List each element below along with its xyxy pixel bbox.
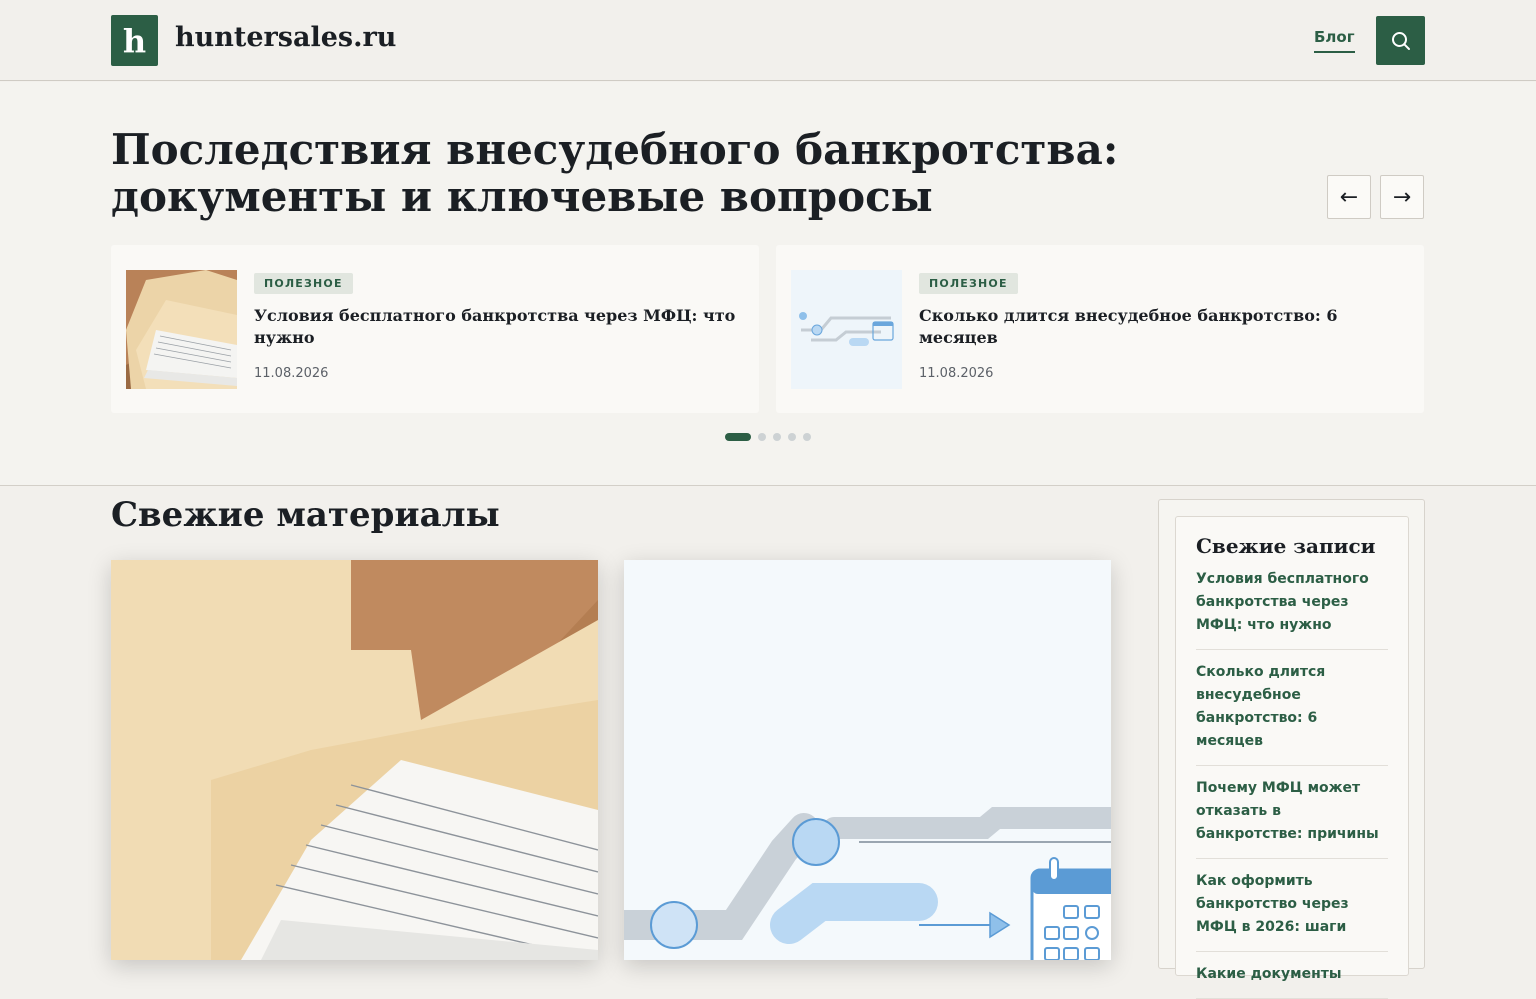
card-thumbnail-folder[interactable] <box>126 270 237 389</box>
arrow-left-icon: ← <box>1339 184 1359 210</box>
article-card-image-folder[interactable] <box>111 560 598 960</box>
site-header: h huntersales.ru Блог <box>0 0 1536 81</box>
slider-next-button[interactable]: → <box>1380 175 1424 219</box>
card-title[interactable]: Условия бесплатного банкротства через МФ… <box>254 305 744 349</box>
card-title[interactable]: Сколько длится внесудебное банкротство: … <box>919 305 1409 349</box>
search-icon <box>1391 31 1410 50</box>
pagination-dot[interactable] <box>758 433 766 441</box>
search-button[interactable] <box>1376 16 1425 65</box>
hero-section: Последствия внесудебного банкротства: до… <box>0 82 1536 486</box>
card-thumbnail-timeline[interactable] <box>791 270 902 389</box>
recent-posts-title: Свежие записи <box>1196 534 1376 558</box>
recent-posts-widget: Свежие записи Условия бесплатного банкро… <box>1175 516 1409 999</box>
pagination-dot[interactable] <box>803 433 811 441</box>
recent-post-link[interactable]: Сколько длится внесудебное банкротство: … <box>1196 661 1388 766</box>
recent-post-link[interactable]: Почему МФЦ может отказать в банкротстве:… <box>1196 777 1388 859</box>
card-date: 11.08.2026 <box>919 366 994 381</box>
recent-post-link[interactable]: Как оформить банкротство через МФЦ в 202… <box>1196 870 1388 952</box>
card-category-badge: ПОЛЕЗНОЕ <box>254 273 353 294</box>
pagination-dot[interactable] <box>773 433 781 441</box>
logo[interactable]: h <box>111 15 158 66</box>
hero-title: Последствия внесудебного банкротства: до… <box>111 125 1119 221</box>
arrow-right-icon: → <box>1392 184 1412 210</box>
card-category-badge: ПОЛЕЗНОЕ <box>919 273 1018 294</box>
pagination-dot[interactable] <box>788 433 796 441</box>
slider-card[interactable]: ПОЛЕЗНОЕ Условия бесплатного банкротства… <box>111 245 759 413</box>
sidebar: Свежие записи Условия бесплатного банкро… <box>1158 499 1425 999</box>
recent-post-link[interactable]: Условия бесплатного банкротства через МФ… <box>1196 568 1388 650</box>
slider-card[interactable]: ПОЛЕЗНОЕ Сколько длится внесудебное банк… <box>776 245 1424 413</box>
card-date: 11.08.2026 <box>254 366 329 381</box>
slider-prev-button[interactable]: ← <box>1327 175 1371 219</box>
article-card-image-timeline[interactable] <box>624 560 1111 960</box>
pagination-dot-active[interactable] <box>725 433 751 441</box>
nav-blog-link[interactable]: Блог <box>1314 28 1355 53</box>
recent-post-link[interactable]: Какие документы <box>1196 963 1388 999</box>
site-name-link[interactable]: huntersales.ru <box>175 22 396 53</box>
section-title: Свежие материалы <box>111 495 500 535</box>
